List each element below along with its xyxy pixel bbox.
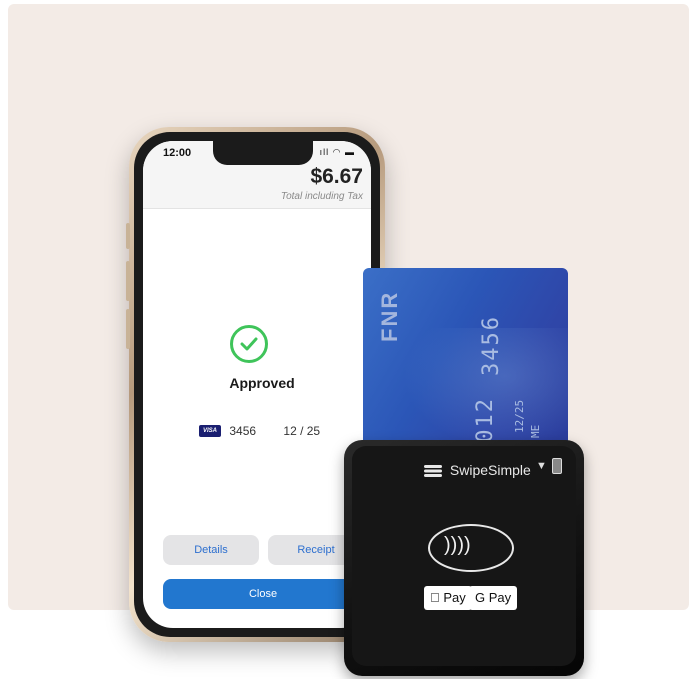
- card-summary: VISA 3456 12 / 25: [199, 423, 320, 438]
- card-expiry-vertical: 12/25: [513, 399, 526, 433]
- payment-header: 12:00 ıll ◠ ▬ $6.67 Total including Tax: [143, 141, 371, 209]
- apple-pay-badge:  Pay: [424, 586, 472, 610]
- phone-side-button: [126, 223, 130, 249]
- reader-brand-label: SwipeSimple: [449, 462, 531, 478]
- visa-icon: VISA: [199, 424, 222, 437]
- card-reader-face: SwipeSimple ▼ ))))  Pay G Pay: [352, 446, 576, 666]
- signal-icon: ıll: [319, 147, 330, 157]
- card-reader: SwipeSimple ▼ ))))  Pay G Pay: [344, 440, 584, 676]
- swipesimple-logo-icon: [424, 465, 442, 478]
- details-button[interactable]: Details: [163, 535, 259, 565]
- phone-side-button: [126, 309, 130, 349]
- total-amount: $6.67: [310, 165, 363, 188]
- phone-side-button: [126, 261, 130, 301]
- card-expiry: 12 / 25: [283, 423, 321, 438]
- status-time: 12:00: [163, 147, 192, 159]
- card-name-fragment: ME: [529, 424, 542, 438]
- contactless-icon: )))): [444, 534, 471, 556]
- close-button[interactable]: Close: [163, 579, 363, 609]
- contactless-zone: [428, 524, 514, 572]
- led-indicator-icon: [552, 458, 562, 474]
- reader-brand: SwipeSimple: [424, 462, 531, 478]
- credit-card: FNR 3456 9012 12/25 ME: [363, 268, 568, 468]
- status-icons: ıll ◠ ▬: [320, 147, 355, 158]
- phone-screen: 12:00 ıll ◠ ▬ $6.67 Total including Tax …: [143, 141, 371, 628]
- card-number-part1: 3456: [479, 315, 504, 376]
- approved-status: Approved: [229, 375, 295, 391]
- led-arrow-icon: ▼: [536, 459, 547, 472]
- google-pay-badge: G Pay: [469, 586, 518, 610]
- phone-notch: [213, 141, 313, 165]
- card-brand: FNR: [377, 290, 402, 342]
- reader-led: ▼: [536, 458, 562, 474]
- total-label: Total including Tax: [280, 191, 363, 202]
- card-last4: 3456: [229, 423, 257, 438]
- approved-check-icon: [230, 325, 268, 363]
- wifi-icon: ◠: [332, 147, 342, 157]
- battery-icon: ▬: [345, 147, 355, 157]
